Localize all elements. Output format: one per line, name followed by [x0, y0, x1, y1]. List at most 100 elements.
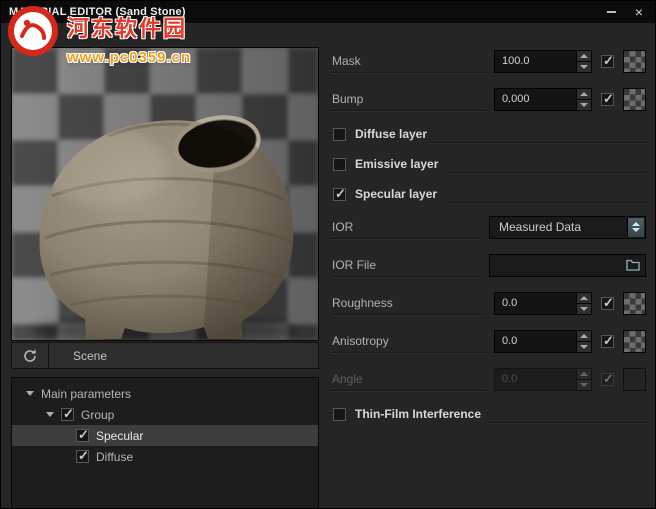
spin-down-icon — [580, 65, 588, 69]
thin-film-checkbox[interactable] — [333, 408, 346, 421]
parameters-panel: Mask 100.0 Bump 0.000 — [320, 23, 656, 509]
layers-tree: Main parameters Group Specular Diffuse — [11, 377, 319, 509]
roughness-label: Roughness — [332, 296, 393, 310]
bump-spin-down[interactable] — [577, 99, 591, 110]
diffuse-layer-row: Diffuse layer — [320, 125, 656, 143]
diffuse-layer-label: Diffuse layer — [355, 127, 427, 141]
watermark-logo-icon — [7, 5, 59, 57]
watermark: 河东软件园 www.pc0359.cn — [7, 5, 191, 66]
roughness-spin-up[interactable] — [577, 293, 591, 303]
spin-up-icon — [580, 334, 588, 338]
spin-down-icon — [580, 383, 588, 387]
anisotropy-label: Anisotropy — [332, 334, 389, 348]
tree-item-main-parameters[interactable]: Main parameters — [12, 383, 318, 404]
anisotropy-enable-checkbox[interactable] — [601, 335, 614, 348]
anisotropy-input[interactable]: 0.0 — [494, 330, 592, 353]
ior-file-browse-button[interactable] — [622, 257, 643, 274]
ior-row: IOR Measured Data — [320, 215, 656, 239]
mask-value: 100.0 — [502, 55, 530, 67]
expander-icon[interactable] — [46, 412, 54, 417]
divider — [490, 413, 646, 423]
watermark-site-name: 河东软件园 — [67, 11, 191, 43]
thin-film-label: Thin-Film Interference — [355, 407, 481, 421]
anisotropy-spin-up[interactable] — [577, 331, 591, 341]
roughness-input[interactable]: 0.0 — [494, 292, 592, 315]
tree-item-label: Group — [81, 408, 114, 422]
diffuse-checkbox[interactable] — [76, 450, 89, 463]
ior-dropdown-button[interactable] — [627, 218, 644, 237]
tree-item-group[interactable]: Group — [12, 404, 318, 425]
spin-down-icon — [580, 345, 588, 349]
anisotropy-texture-button[interactable] — [623, 330, 646, 353]
spin-up-icon — [580, 54, 588, 58]
tree-item-label: Main parameters — [41, 387, 131, 401]
ior-file-input[interactable] — [489, 254, 646, 277]
minimize-icon — [607, 11, 616, 13]
roughness-texture-button[interactable] — [623, 292, 646, 315]
dropdown-down-icon — [632, 228, 640, 232]
tree-item-diffuse[interactable]: Diffuse — [12, 446, 318, 467]
specular-layer-label: Specular layer — [355, 187, 437, 201]
watermark-text: 河东软件园 www.pc0359.cn — [67, 5, 191, 66]
refresh-icon — [22, 348, 38, 364]
spin-down-icon — [580, 307, 588, 311]
anisotropy-row: Anisotropy 0.0 — [320, 329, 656, 353]
close-button[interactable]: × — [631, 4, 647, 20]
expander-icon[interactable] — [26, 391, 34, 396]
minimize-button[interactable] — [603, 4, 619, 20]
diffuse-layer-checkbox[interactable] — [333, 128, 346, 141]
folder-icon — [626, 259, 640, 271]
spin-up-icon — [580, 92, 588, 96]
mask-input[interactable]: 100.0 — [494, 50, 592, 73]
tree-item-label: Specular — [96, 429, 143, 443]
mask-texture-button[interactable] — [623, 50, 646, 73]
bump-enable-checkbox[interactable] — [601, 93, 614, 106]
angle-value: 0.0 — [502, 373, 517, 385]
mask-spin-up[interactable] — [577, 51, 591, 61]
tree-item-label: Diffuse — [96, 450, 133, 464]
scene-selector[interactable]: Scene — [49, 343, 318, 368]
group-checkbox[interactable] — [61, 408, 74, 421]
spin-down-icon — [580, 103, 588, 107]
ior-selected-value: Measured Data — [499, 220, 581, 234]
mask-spin-down[interactable] — [577, 61, 591, 72]
refresh-preview-button[interactable] — [12, 343, 49, 368]
roughness-row: Roughness 0.0 — [320, 291, 656, 315]
watermark-site-url: www.pc0359.cn — [67, 49, 191, 66]
specular-layer-row: Specular layer — [320, 185, 656, 203]
spin-up-icon — [580, 372, 588, 376]
angle-row: Angle 0.0 — [320, 367, 656, 391]
scene-label: Scene — [73, 349, 107, 363]
divider — [436, 133, 646, 143]
ior-dropdown[interactable]: Measured Data — [489, 216, 646, 239]
specular-layer-checkbox[interactable] — [333, 188, 346, 201]
thin-film-row: Thin-Film Interference — [320, 405, 656, 423]
ior-file-row: IOR File — [320, 253, 656, 277]
mask-enable-checkbox[interactable] — [601, 55, 614, 68]
spin-up-icon — [580, 296, 588, 300]
dropdown-up-icon — [632, 222, 640, 226]
mask-label: Mask — [332, 54, 361, 68]
roughness-spin-down[interactable] — [577, 303, 591, 314]
bump-texture-button[interactable] — [623, 88, 646, 111]
ior-label: IOR — [332, 220, 353, 234]
ior-file-label: IOR File — [332, 258, 376, 272]
anisotropy-spin-down[interactable] — [577, 341, 591, 352]
specular-checkbox[interactable] — [76, 429, 89, 442]
angle-spin-down — [577, 379, 591, 390]
angle-input: 0.0 — [494, 368, 592, 391]
roughness-enable-checkbox[interactable] — [601, 297, 614, 310]
emissive-layer-checkbox[interactable] — [333, 158, 346, 171]
bump-spin-up[interactable] — [577, 89, 591, 99]
bump-row: Bump 0.000 — [320, 87, 656, 111]
angle-label: Angle — [332, 372, 363, 386]
angle-spin-up — [577, 369, 591, 379]
bump-label: Bump — [332, 92, 363, 106]
material-preview-render[interactable] — [12, 48, 318, 340]
divider — [447, 163, 646, 173]
angle-enable-checkbox — [601, 373, 614, 386]
bump-input[interactable]: 0.000 — [494, 88, 592, 111]
roughness-value: 0.0 — [502, 297, 517, 309]
emissive-layer-row: Emissive layer — [320, 155, 656, 173]
tree-item-specular[interactable]: Specular — [12, 425, 318, 446]
